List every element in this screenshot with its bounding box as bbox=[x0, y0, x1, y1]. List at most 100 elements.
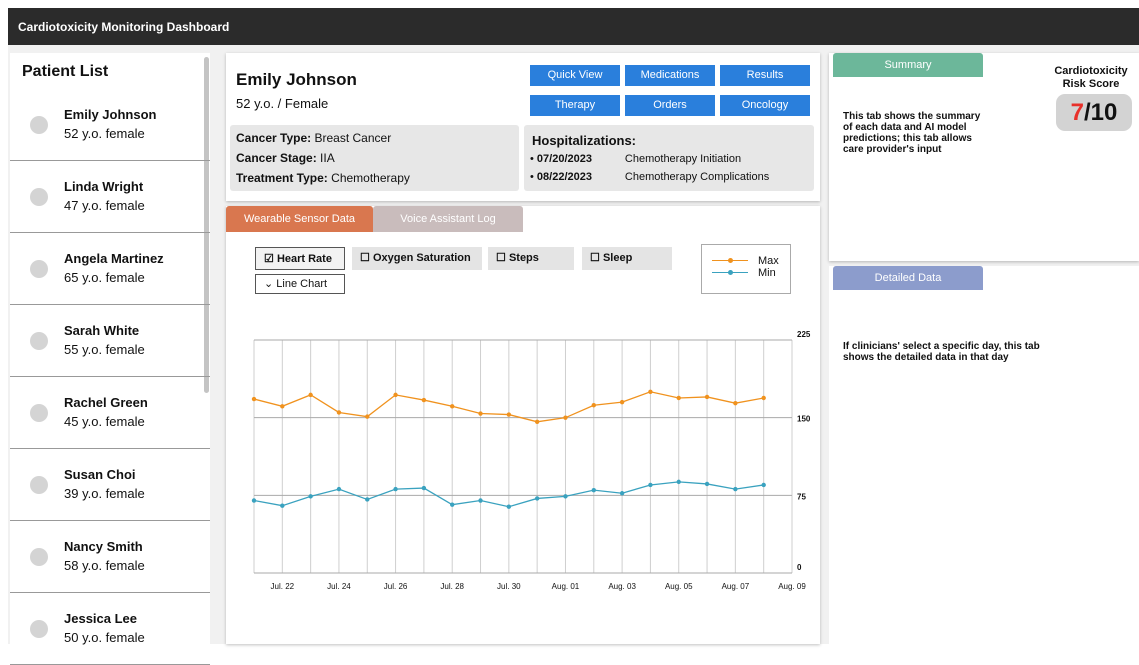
summary-line: of each data and AI model bbox=[843, 122, 967, 133]
patient-list-item[interactable]: Jessica Lee 50 y.o. female bbox=[10, 593, 210, 665]
avatar bbox=[30, 332, 48, 350]
patient-name: Emily Johnson bbox=[236, 70, 357, 89]
summary-line: predictions; this tab allows bbox=[843, 133, 972, 144]
avatar bbox=[30, 116, 48, 134]
patient-demographics: 52 y.o. / Female bbox=[236, 96, 329, 111]
min-series-point bbox=[336, 486, 342, 492]
max-series-point bbox=[506, 412, 512, 417]
x-tick-label: Jul. 26 bbox=[384, 582, 408, 591]
x-tick-label: Aug. 01 bbox=[552, 582, 580, 591]
patient-list-item[interactable]: Angela Martinez 65 y.o. female bbox=[10, 233, 210, 305]
y-tick-label: 0 bbox=[797, 563, 802, 572]
oxygen-saturation-toggle[interactable]: ☐ Oxygen Saturation bbox=[352, 247, 482, 270]
detailed-data-panel: Detailed Data If clinicians' select a sp… bbox=[829, 266, 1139, 644]
sleep-toggle[interactable]: ☐ Sleep bbox=[582, 247, 672, 270]
y-tick-label: 150 bbox=[797, 415, 811, 424]
max-series-point bbox=[676, 395, 681, 401]
app-title: Cardiotoxicity Monitoring Dashboard bbox=[18, 20, 230, 34]
avatar bbox=[30, 260, 48, 278]
summary-line: care provider's input bbox=[843, 144, 942, 155]
oncology-button[interactable]: Oncology bbox=[720, 95, 810, 116]
legend-max-marker bbox=[728, 258, 733, 263]
max-series-point bbox=[761, 395, 766, 401]
min-series-point bbox=[251, 498, 257, 503]
hospitalization-date: 08/22/2023 bbox=[536, 171, 592, 183]
min-series-point bbox=[308, 494, 313, 499]
patient-list-name: Susan Choi bbox=[64, 467, 136, 482]
quick-view-button[interactable]: Quick View bbox=[530, 65, 620, 86]
avatar bbox=[30, 188, 48, 206]
max-series-point bbox=[308, 392, 313, 398]
tab-wearable-sensor-data[interactable]: Wearable Sensor Data bbox=[226, 206, 373, 232]
patient-header-card: Emily Johnson 52 y.o. / Female Quick Vie… bbox=[226, 53, 820, 201]
risk-score-label: Cardiotoxicity Risk Score bbox=[1046, 65, 1136, 91]
x-tick-label: Aug. 07 bbox=[722, 582, 750, 591]
tab-detailed-data[interactable]: Detailed Data bbox=[833, 266, 983, 290]
tab-voice-assistant-log[interactable]: Voice Assistant Log bbox=[373, 206, 523, 232]
min-series-point bbox=[280, 503, 285, 508]
y-tick-label: 225 bbox=[797, 330, 811, 339]
max-series-point bbox=[648, 389, 653, 394]
patient-list-name: Rachel Green bbox=[64, 395, 148, 410]
detailed-description: If clinicians' select a specific day, th… bbox=[843, 341, 1040, 363]
treatment-type-value: Chemotherapy bbox=[331, 171, 410, 185]
therapy-button[interactable]: Therapy bbox=[530, 95, 620, 116]
avatar bbox=[30, 404, 48, 422]
max-series-point bbox=[280, 404, 285, 409]
max-series-point bbox=[563, 415, 568, 420]
legend-min-marker bbox=[728, 270, 733, 275]
patient-list-item[interactable]: Emily Johnson 52 y.o. female bbox=[10, 89, 210, 161]
patient-list-item[interactable]: Sarah White 55 y.o. female bbox=[10, 305, 210, 377]
patient-list-info: 58 y.o. female bbox=[64, 558, 145, 573]
max-series-point bbox=[450, 404, 455, 409]
max-series-point bbox=[251, 396, 257, 402]
tab-summary[interactable]: Summary bbox=[833, 53, 983, 77]
summary-line: This tab shows the summary bbox=[843, 111, 981, 122]
steps-label: Steps bbox=[508, 252, 539, 264]
chevron-down-icon: ⌄ bbox=[264, 278, 274, 290]
patient-list-name: Sarah White bbox=[64, 323, 140, 338]
max-series-point bbox=[365, 414, 370, 419]
min-series-point bbox=[365, 497, 370, 502]
patient-list-name: Emily Johnson bbox=[64, 107, 157, 122]
max-series-point bbox=[619, 399, 625, 405]
oxygen-saturation-label: Oxygen Saturation bbox=[372, 252, 471, 264]
patient-list-info: 65 y.o. female bbox=[64, 270, 145, 285]
cancer-info-box: Cancer Type: Breast Cancer Cancer Stage:… bbox=[230, 125, 519, 191]
patient-list-name: Angela Martinez bbox=[64, 251, 164, 266]
results-button[interactable]: Results bbox=[720, 65, 810, 86]
patient-list-info: 55 y.o. female bbox=[64, 342, 145, 357]
patient-list-info: 47 y.o. female bbox=[64, 198, 145, 213]
max-series-line bbox=[253, 391, 764, 423]
max-series-point bbox=[733, 400, 738, 406]
hospitalization-item: • 08/22/2023 Chemotherapy Complications bbox=[530, 171, 770, 183]
patient-list-item[interactable]: Nancy Smith 58 y.o. female bbox=[10, 521, 210, 593]
hospitalization-date: 07/20/2023 bbox=[536, 153, 592, 165]
x-tick-label: Jul. 30 bbox=[497, 582, 521, 591]
orders-button[interactable]: Orders bbox=[625, 95, 715, 116]
avatar bbox=[30, 620, 48, 638]
cancer-type-value: Breast Cancer bbox=[314, 131, 392, 145]
patient-list-title: Patient List bbox=[22, 63, 109, 80]
patient-list-item[interactable]: Rachel Green 45 y.o. female bbox=[10, 377, 210, 449]
max-series-point bbox=[704, 394, 710, 400]
risk-score-max: /10 bbox=[1083, 99, 1118, 126]
treatment-type-label: Treatment Type: bbox=[236, 171, 328, 185]
legend-min-label: Min bbox=[758, 267, 776, 279]
heart-rate-toggle[interactable]: ☑ Heart Rate bbox=[255, 247, 345, 270]
risk-score-value: 7 bbox=[1070, 99, 1084, 126]
patient-list-item[interactable]: Susan Choi 39 y.o. female bbox=[10, 449, 210, 521]
cancer-stage-value: IIA bbox=[320, 151, 335, 165]
chart-type-select[interactable]: ⌄ Line Chart bbox=[255, 274, 345, 294]
min-series-point bbox=[450, 502, 455, 507]
x-tick-label: Jul. 24 bbox=[327, 582, 351, 591]
patient-list-item[interactable]: Linda Wright 47 y.o. female bbox=[10, 161, 210, 233]
medications-button[interactable]: Medications bbox=[625, 65, 715, 86]
x-tick-label: Jul. 28 bbox=[440, 582, 464, 591]
steps-toggle[interactable]: ☐ Steps bbox=[488, 247, 574, 270]
min-series-point bbox=[421, 485, 427, 491]
max-series-point bbox=[478, 411, 483, 416]
cancer-type-row: Cancer Type: Breast Cancer bbox=[236, 131, 391, 145]
cancer-stage-label: Cancer Stage: bbox=[236, 151, 317, 165]
min-series-point bbox=[733, 486, 738, 492]
